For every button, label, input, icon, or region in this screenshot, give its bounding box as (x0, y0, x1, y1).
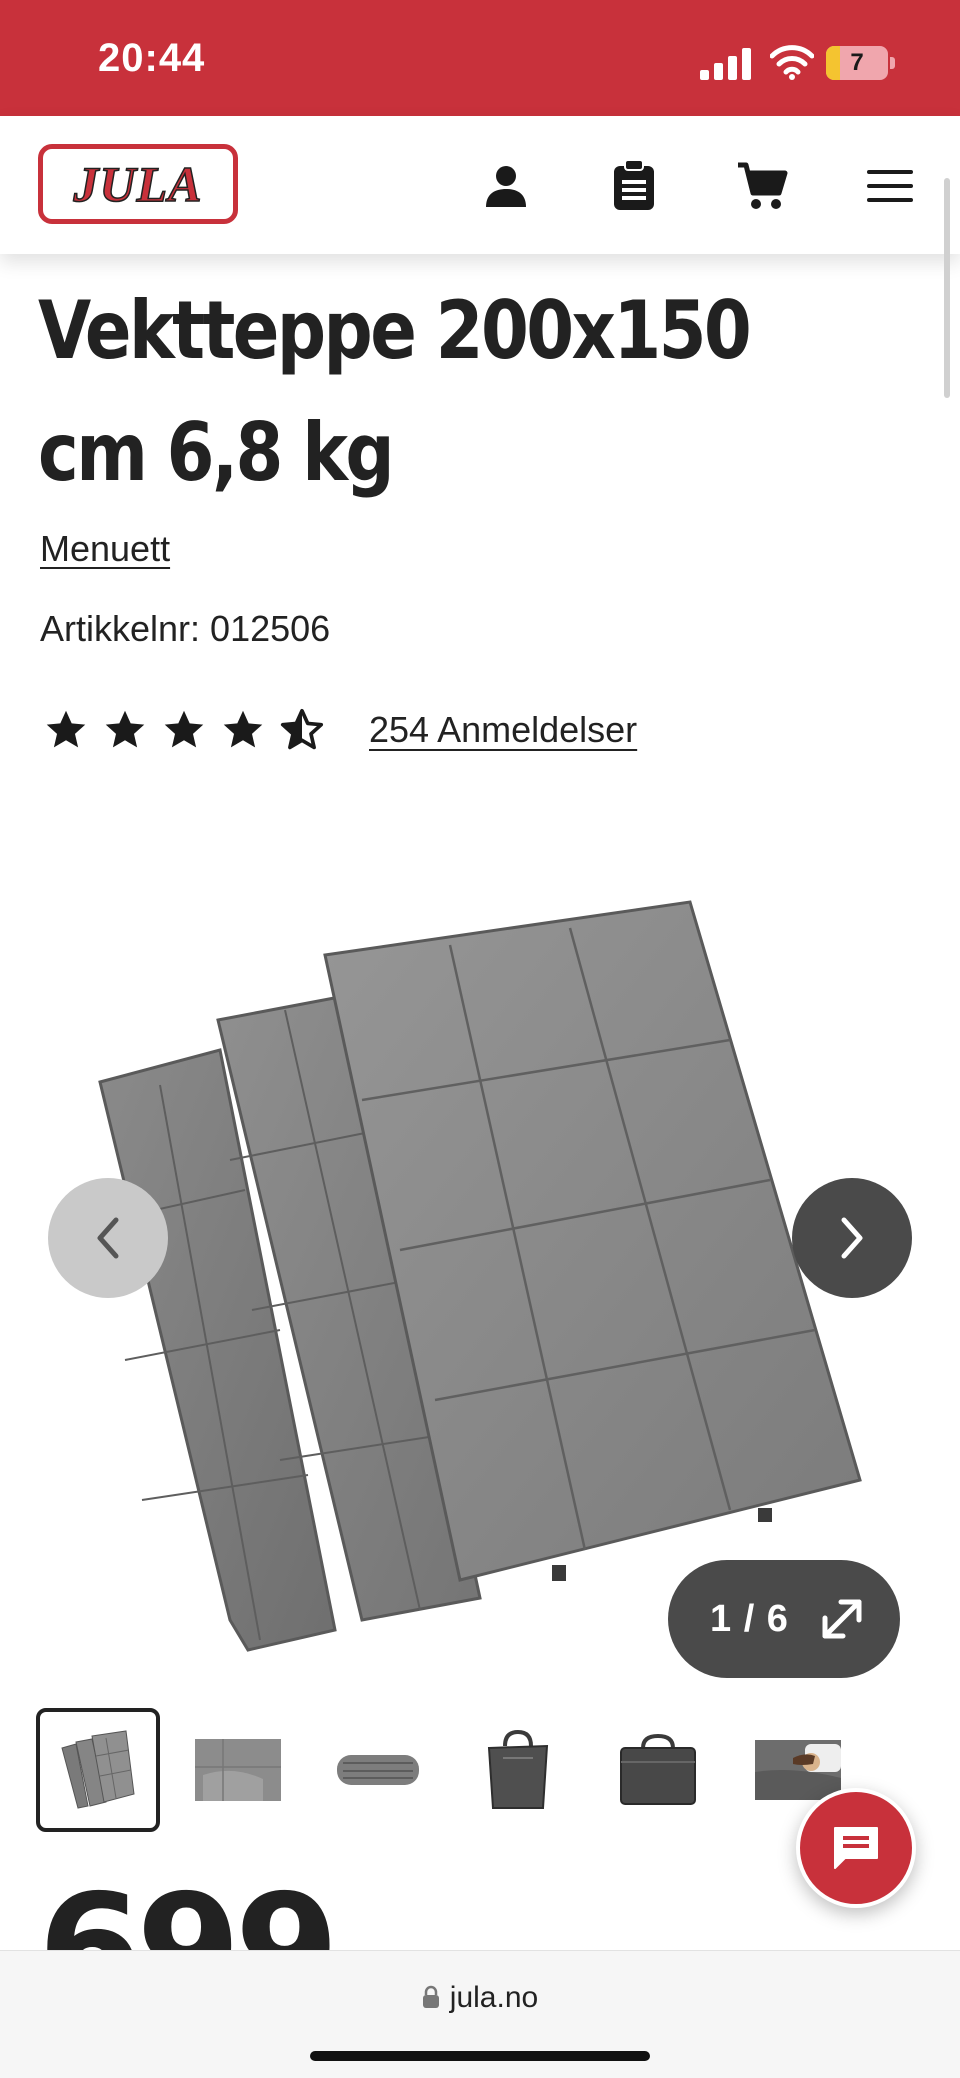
bag-upright-thumbnail (487, 1729, 549, 1809)
product-price: 699 (38, 1863, 334, 1950)
status-bar: 20:44 7 (0, 0, 960, 116)
article-value: 012506 (210, 608, 331, 649)
home-indicator[interactable] (310, 2051, 650, 2061)
scroll-indicator[interactable] (944, 178, 950, 398)
url-display[interactable]: jula.no (0, 1981, 960, 2015)
thumbnail-3[interactable] (316, 1708, 440, 1832)
reviews-link[interactable]: 254 Anmeldelser (369, 709, 637, 751)
logo-text: JULA (73, 155, 203, 213)
thumbnail-4[interactable] (456, 1708, 580, 1832)
battery-icon: 7 (826, 46, 896, 80)
thumbnail-5[interactable] (596, 1708, 720, 1832)
product-title: Vektteppe 200x150 cm 6,8 kg (38, 284, 752, 499)
article-number: Artikkelnr: 012506 (40, 608, 330, 650)
previous-image-button[interactable] (48, 1178, 168, 1298)
star-half-icon (280, 708, 324, 750)
star-full-icon (164, 710, 204, 748)
image-counter-fullscreen-button[interactable]: 1 / 6 (668, 1560, 900, 1678)
url-text: jula.no (449, 1981, 539, 2014)
thumbnail-1[interactable] (36, 1708, 160, 1832)
article-label: Artikkelnr: (40, 608, 201, 649)
star-full-icon (46, 710, 86, 748)
chat-button[interactable] (796, 1788, 916, 1908)
star-full-icon (105, 710, 145, 748)
chevron-right-icon (841, 1217, 863, 1259)
cellular-signal-icon (700, 48, 751, 80)
chevron-left-icon (97, 1217, 119, 1259)
thumbnail-2[interactable] (176, 1708, 300, 1832)
next-image-button[interactable] (792, 1178, 912, 1298)
cart-icon[interactable] (732, 158, 792, 214)
battery-level: 7 (850, 49, 864, 76)
image-counter: 1 / 6 (710, 1597, 789, 1640)
site-header: JULA (0, 116, 960, 254)
lock-icon (422, 1985, 439, 2008)
chat-icon (834, 1827, 878, 1869)
person-sleeping-thumbnail (755, 1740, 841, 1800)
thumbnail-strip (36, 1708, 936, 1832)
product-image[interactable] (80, 860, 880, 1660)
menu-icon[interactable] (860, 158, 920, 214)
rolled-blanket-thumbnail (337, 1755, 419, 1785)
browser-address-bar[interactable]: jula.no (0, 1950, 960, 2078)
rating[interactable]: 254 Anmeldelser (44, 700, 637, 760)
shopping-list-icon[interactable] (604, 158, 664, 214)
star-full-icon (223, 710, 263, 748)
jula-logo[interactable]: JULA (38, 144, 238, 224)
account-icon[interactable] (476, 158, 536, 214)
folded-blanket-thumbnail (61, 1730, 135, 1809)
wifi-icon (770, 45, 814, 80)
brand-link[interactable]: Menuett (40, 528, 170, 570)
status-time: 20:44 (98, 36, 206, 80)
expand-icon (822, 1599, 862, 1639)
bag-closed-thumbnail (620, 1733, 696, 1805)
blanket-corner-thumbnail (195, 1739, 281, 1801)
